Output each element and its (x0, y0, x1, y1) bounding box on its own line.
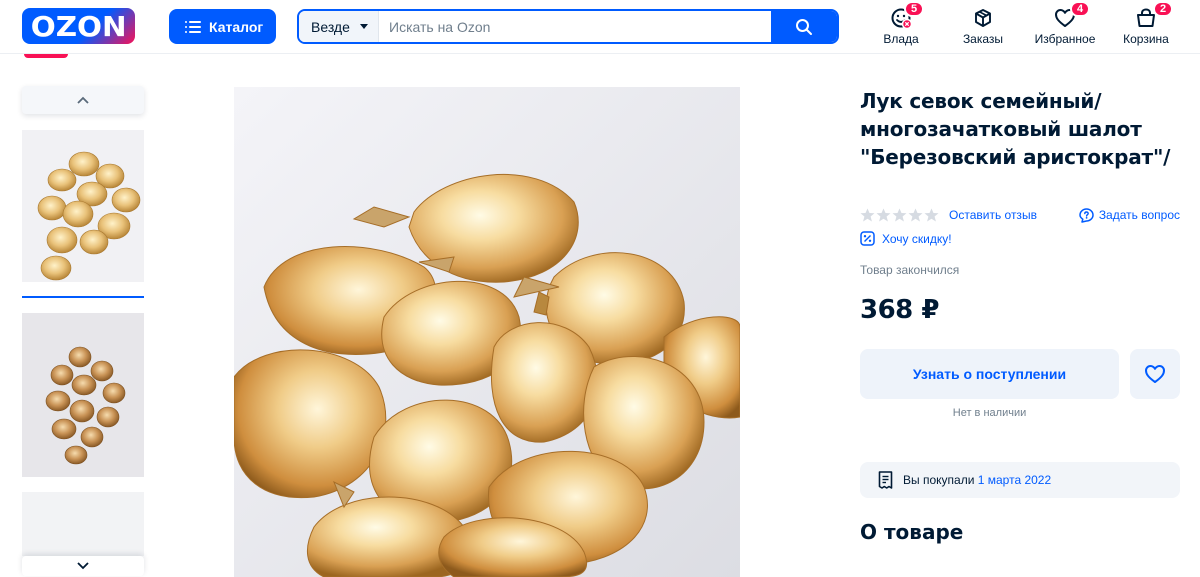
search-scope-value: Везде (311, 18, 350, 35)
onion-thumbnail-image (22, 313, 144, 477)
question-bubble-icon (1079, 207, 1094, 223)
product-title: Лук севок семейный/ многозачатковый шало… (860, 89, 1171, 169)
notify-when-available-button[interactable]: Узнать о поступлении (860, 349, 1119, 399)
thumbnails-up-button[interactable] (22, 86, 144, 114)
nav-profile-label: Влада (883, 32, 919, 46)
catalog-button[interactable]: Каталог (169, 9, 276, 44)
cart-badge: 2 (1153, 1, 1174, 17)
want-discount-label: Хочу скидку! (882, 231, 952, 246)
nav-profile[interactable]: 5 Влада (880, 1, 925, 47)
rating-row: Оставить отзыв Задать вопрос (860, 206, 1180, 224)
onion-thumbnail-image (22, 130, 144, 282)
ask-question-label: Задать вопрос (1098, 208, 1180, 222)
star-icon (924, 208, 939, 222)
star-icon (876, 208, 891, 222)
product-main-image[interactable] (234, 87, 740, 577)
receipt-icon (878, 471, 893, 489)
search-scope-select[interactable]: Везде (299, 11, 379, 42)
thumbnail-1[interactable] (22, 130, 144, 282)
catalog-label: Каталог (209, 18, 264, 35)
nav-cart[interactable]: 2 Корзина (1120, 1, 1174, 47)
purchase-date-link[interactable]: 1 марта 2022 (978, 473, 1051, 487)
thumbnail-selected-indicator (22, 296, 144, 298)
purchase-prefix: Вы покупали (903, 473, 975, 487)
profile-badge: 5 (904, 1, 925, 17)
menu-icon (185, 20, 201, 33)
about-product-heading: О товаре (860, 520, 964, 544)
thumbnails-down-button[interactable] (22, 556, 144, 576)
search-bar: Везде (297, 9, 839, 44)
chevron-down-icon (77, 562, 89, 570)
thumbnail-3[interactable] (22, 492, 144, 556)
nav-orders-label: Заказы (962, 32, 1004, 46)
availability-note: Нет в наличии (952, 407, 1027, 419)
ask-question-link[interactable]: Задать вопрос (1079, 207, 1180, 223)
star-icon (892, 208, 907, 222)
search-icon (796, 18, 812, 35)
want-discount-link[interactable]: Хочу скидку! (860, 231, 952, 246)
nav-favorites-label: Избранное (1034, 32, 1096, 46)
orders-box-icon (975, 9, 991, 27)
rating-stars (860, 208, 939, 222)
thumbnail-2[interactable] (22, 313, 144, 477)
nav-cart-label: Корзина (1123, 32, 1169, 46)
site-header: OZON Каталог Везде 5 Влада Заказы (0, 0, 1200, 54)
stock-status: Товар закончился (860, 263, 960, 277)
leave-review-link[interactable]: Оставить отзыв (949, 208, 1037, 222)
favorites-badge: 4 (1070, 1, 1091, 17)
onion-product-photo (234, 87, 740, 577)
purchase-info-text: Вы покупали 1 марта 2022 (903, 473, 1051, 487)
logo-accent-tab (24, 54, 68, 58)
discount-tag-icon (860, 231, 875, 246)
star-icon (908, 208, 923, 222)
nav-favorites[interactable]: 4 Избранное (1032, 1, 1098, 47)
search-button[interactable] (771, 11, 837, 42)
add-to-favorites-button[interactable] (1130, 349, 1180, 399)
search-input[interactable] (379, 11, 771, 42)
star-icon (860, 208, 875, 222)
heart-icon (1145, 365, 1165, 383)
ozon-logo[interactable]: OZON (22, 8, 135, 44)
nav-orders[interactable]: Заказы (960, 7, 1006, 47)
caret-down-icon (360, 24, 368, 29)
chevron-up-icon (77, 96, 89, 104)
purchase-history-banner: Вы покупали 1 марта 2022 (860, 462, 1180, 498)
product-price: 368 ₽ (860, 295, 939, 325)
